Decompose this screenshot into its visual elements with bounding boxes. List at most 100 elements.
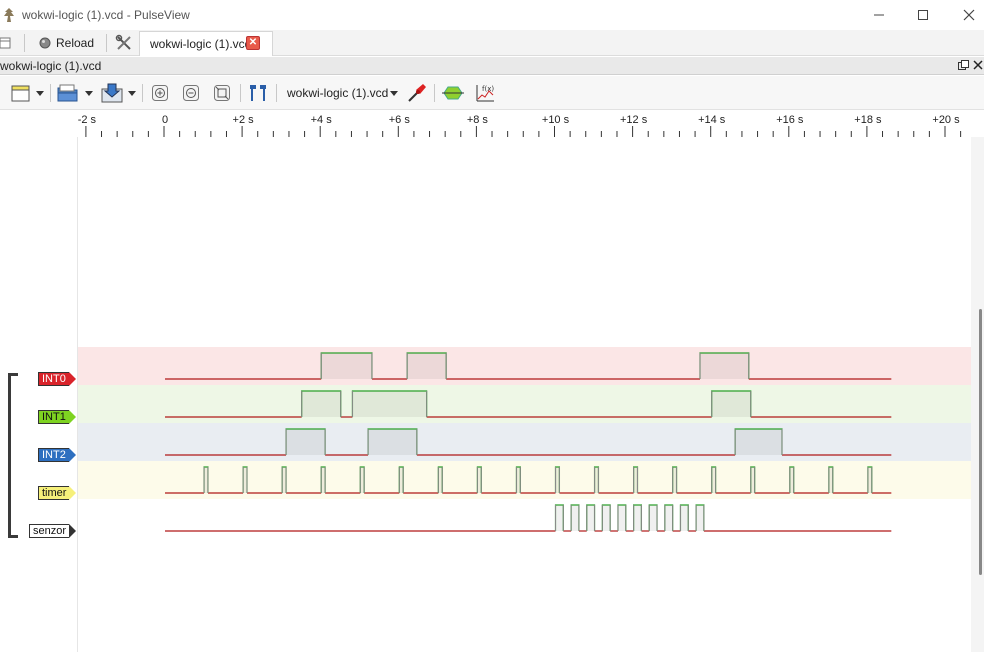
channel-pointer-icon xyxy=(69,524,77,538)
device-selector[interactable]: wokwi-logic (1).vcd xyxy=(283,82,392,104)
tools-icon xyxy=(115,34,131,50)
ruler-tick-label: +18 s xyxy=(854,114,882,126)
signal-high-fill xyxy=(301,391,341,417)
trace-canvas xyxy=(78,347,972,537)
zoom-fit-button[interactable] xyxy=(211,82,233,104)
channel-name: INT2 xyxy=(38,448,69,462)
svg-text:f(x): f(x) xyxy=(482,85,494,93)
close-dock-icon[interactable] xyxy=(973,60,983,70)
new-session-dropdown[interactable] xyxy=(35,82,45,104)
channel-header-panel xyxy=(0,137,77,652)
zoom-fit-icon xyxy=(214,85,230,101)
zoom-in-button[interactable] xyxy=(149,82,171,104)
decoder-icon xyxy=(442,86,464,100)
tabbar-separator xyxy=(106,34,107,52)
save-icon xyxy=(101,83,123,103)
ruler-tick-label: +8 s xyxy=(466,114,488,126)
trace-view[interactable] xyxy=(77,137,972,652)
ruler-tick-label: +20 s xyxy=(932,114,960,126)
toolbar-separator xyxy=(434,84,435,102)
signal-high-fill xyxy=(586,505,595,531)
channel-label-int1[interactable]: INT1 xyxy=(38,410,76,424)
channel-pointer-icon xyxy=(68,372,76,386)
signal-high-fill xyxy=(633,505,642,531)
vertical-scrollbar[interactable] xyxy=(971,137,984,652)
zoom-out-icon xyxy=(183,85,199,101)
open-button[interactable] xyxy=(56,82,80,104)
close-window-button[interactable] xyxy=(946,0,984,30)
open-folder-icon xyxy=(57,84,78,102)
channel-label-senzor[interactable]: senzor xyxy=(29,524,77,538)
session-label: wokwi-logic (1).vcd xyxy=(0,59,102,73)
signal-high-fill xyxy=(321,353,372,379)
tab-close-button[interactable]: ✕ xyxy=(246,36,260,50)
open-dropdown[interactable] xyxy=(84,82,94,104)
tabbar-separator xyxy=(24,34,25,52)
ruler-tick-label: +12 s xyxy=(619,114,648,126)
reload-button[interactable]: Reload xyxy=(38,30,94,55)
minimize-icon xyxy=(874,14,884,16)
signal-high-fill xyxy=(352,391,427,417)
channel-pointer-icon xyxy=(68,410,76,424)
main-toolbar: wokwi-logic (1).vcd f(x) xyxy=(0,76,984,110)
math-channel-button[interactable]: f(x) xyxy=(473,82,497,104)
signal-high-fill xyxy=(368,429,417,455)
ruler-tick-label: +4 s xyxy=(310,114,332,126)
ruler-tick-label: 0 xyxy=(161,114,169,126)
signal-high-fill xyxy=(735,429,782,455)
show-cursors-button[interactable] xyxy=(246,82,270,104)
toolbar-separator xyxy=(240,84,241,102)
toolbar-separator xyxy=(50,84,51,102)
ruler-tick-label: +16 s xyxy=(776,114,804,126)
signal-high-fill xyxy=(699,353,749,379)
channel-pointer-icon xyxy=(69,486,77,500)
channel-name: senzor xyxy=(29,524,70,538)
channel-name: INT0 xyxy=(38,372,69,386)
chevron-down-icon xyxy=(390,90,398,96)
ruler-tick-label: +6 s xyxy=(388,114,410,126)
time-ruler[interactable]: -2 s 0 +2 s +4 s +6 s +8 s +10 s +12 s +14 s +16 … xyxy=(77,111,984,137)
zoom-in-icon xyxy=(152,85,168,101)
channel-label-timer[interactable]: timer xyxy=(38,486,77,500)
reload-label: Reload xyxy=(56,35,95,50)
signal-high-fill xyxy=(664,505,673,531)
device-dropdown[interactable] xyxy=(389,82,399,104)
new-window-button[interactable] xyxy=(0,30,14,55)
channel-label-int2[interactable]: INT2 xyxy=(38,448,76,462)
channel-group-bracket xyxy=(8,373,18,538)
ruler-tick-label: +10 s xyxy=(541,114,570,126)
zoom-out-button[interactable] xyxy=(180,82,202,104)
reload-icon xyxy=(39,37,51,48)
tab-session-label: wokwi-logic (1).vcd xyxy=(150,37,252,51)
maximize-button[interactable] xyxy=(900,0,946,30)
probe-icon xyxy=(408,84,426,102)
cursors-icon xyxy=(250,85,266,101)
tab-bar: Reload wokwi-logic (1).vcd ✕ xyxy=(0,30,984,56)
ruler-tick-label: -2 s xyxy=(77,114,97,126)
maximize-icon xyxy=(918,10,928,20)
configure-device-button[interactable] xyxy=(405,82,429,104)
close-icon xyxy=(963,9,975,21)
add-decoder-button[interactable] xyxy=(441,82,465,104)
new-session-button[interactable] xyxy=(10,82,32,104)
channel-name: INT1 xyxy=(38,410,69,424)
signal-high-fill xyxy=(555,505,564,531)
save-button[interactable] xyxy=(99,82,125,104)
ruler-tick-label: +14 s xyxy=(698,114,726,126)
channel-label-int0[interactable]: INT0 xyxy=(38,372,76,386)
ruler-ticks xyxy=(85,126,962,137)
tab-session[interactable]: wokwi-logic (1).vcd ✕ xyxy=(139,31,273,56)
minimize-button[interactable] xyxy=(856,0,902,30)
title-bar: wokwi-logic (1).vcd - PulseView xyxy=(0,0,984,30)
settings-button[interactable] xyxy=(115,30,135,55)
scrollbar-thumb[interactable] xyxy=(979,309,982,575)
device-selector-label: wokwi-logic (1).vcd xyxy=(287,86,389,100)
float-icon[interactable] xyxy=(958,60,969,71)
signal-high-fill xyxy=(696,505,704,531)
signal-high-fill xyxy=(649,505,658,531)
session-header: wokwi-logic (1).vcd xyxy=(0,57,984,75)
channel-pointer-icon xyxy=(68,448,76,462)
signal-high-fill xyxy=(617,505,626,531)
save-dropdown[interactable] xyxy=(127,82,137,104)
toolbar-separator xyxy=(142,84,143,102)
